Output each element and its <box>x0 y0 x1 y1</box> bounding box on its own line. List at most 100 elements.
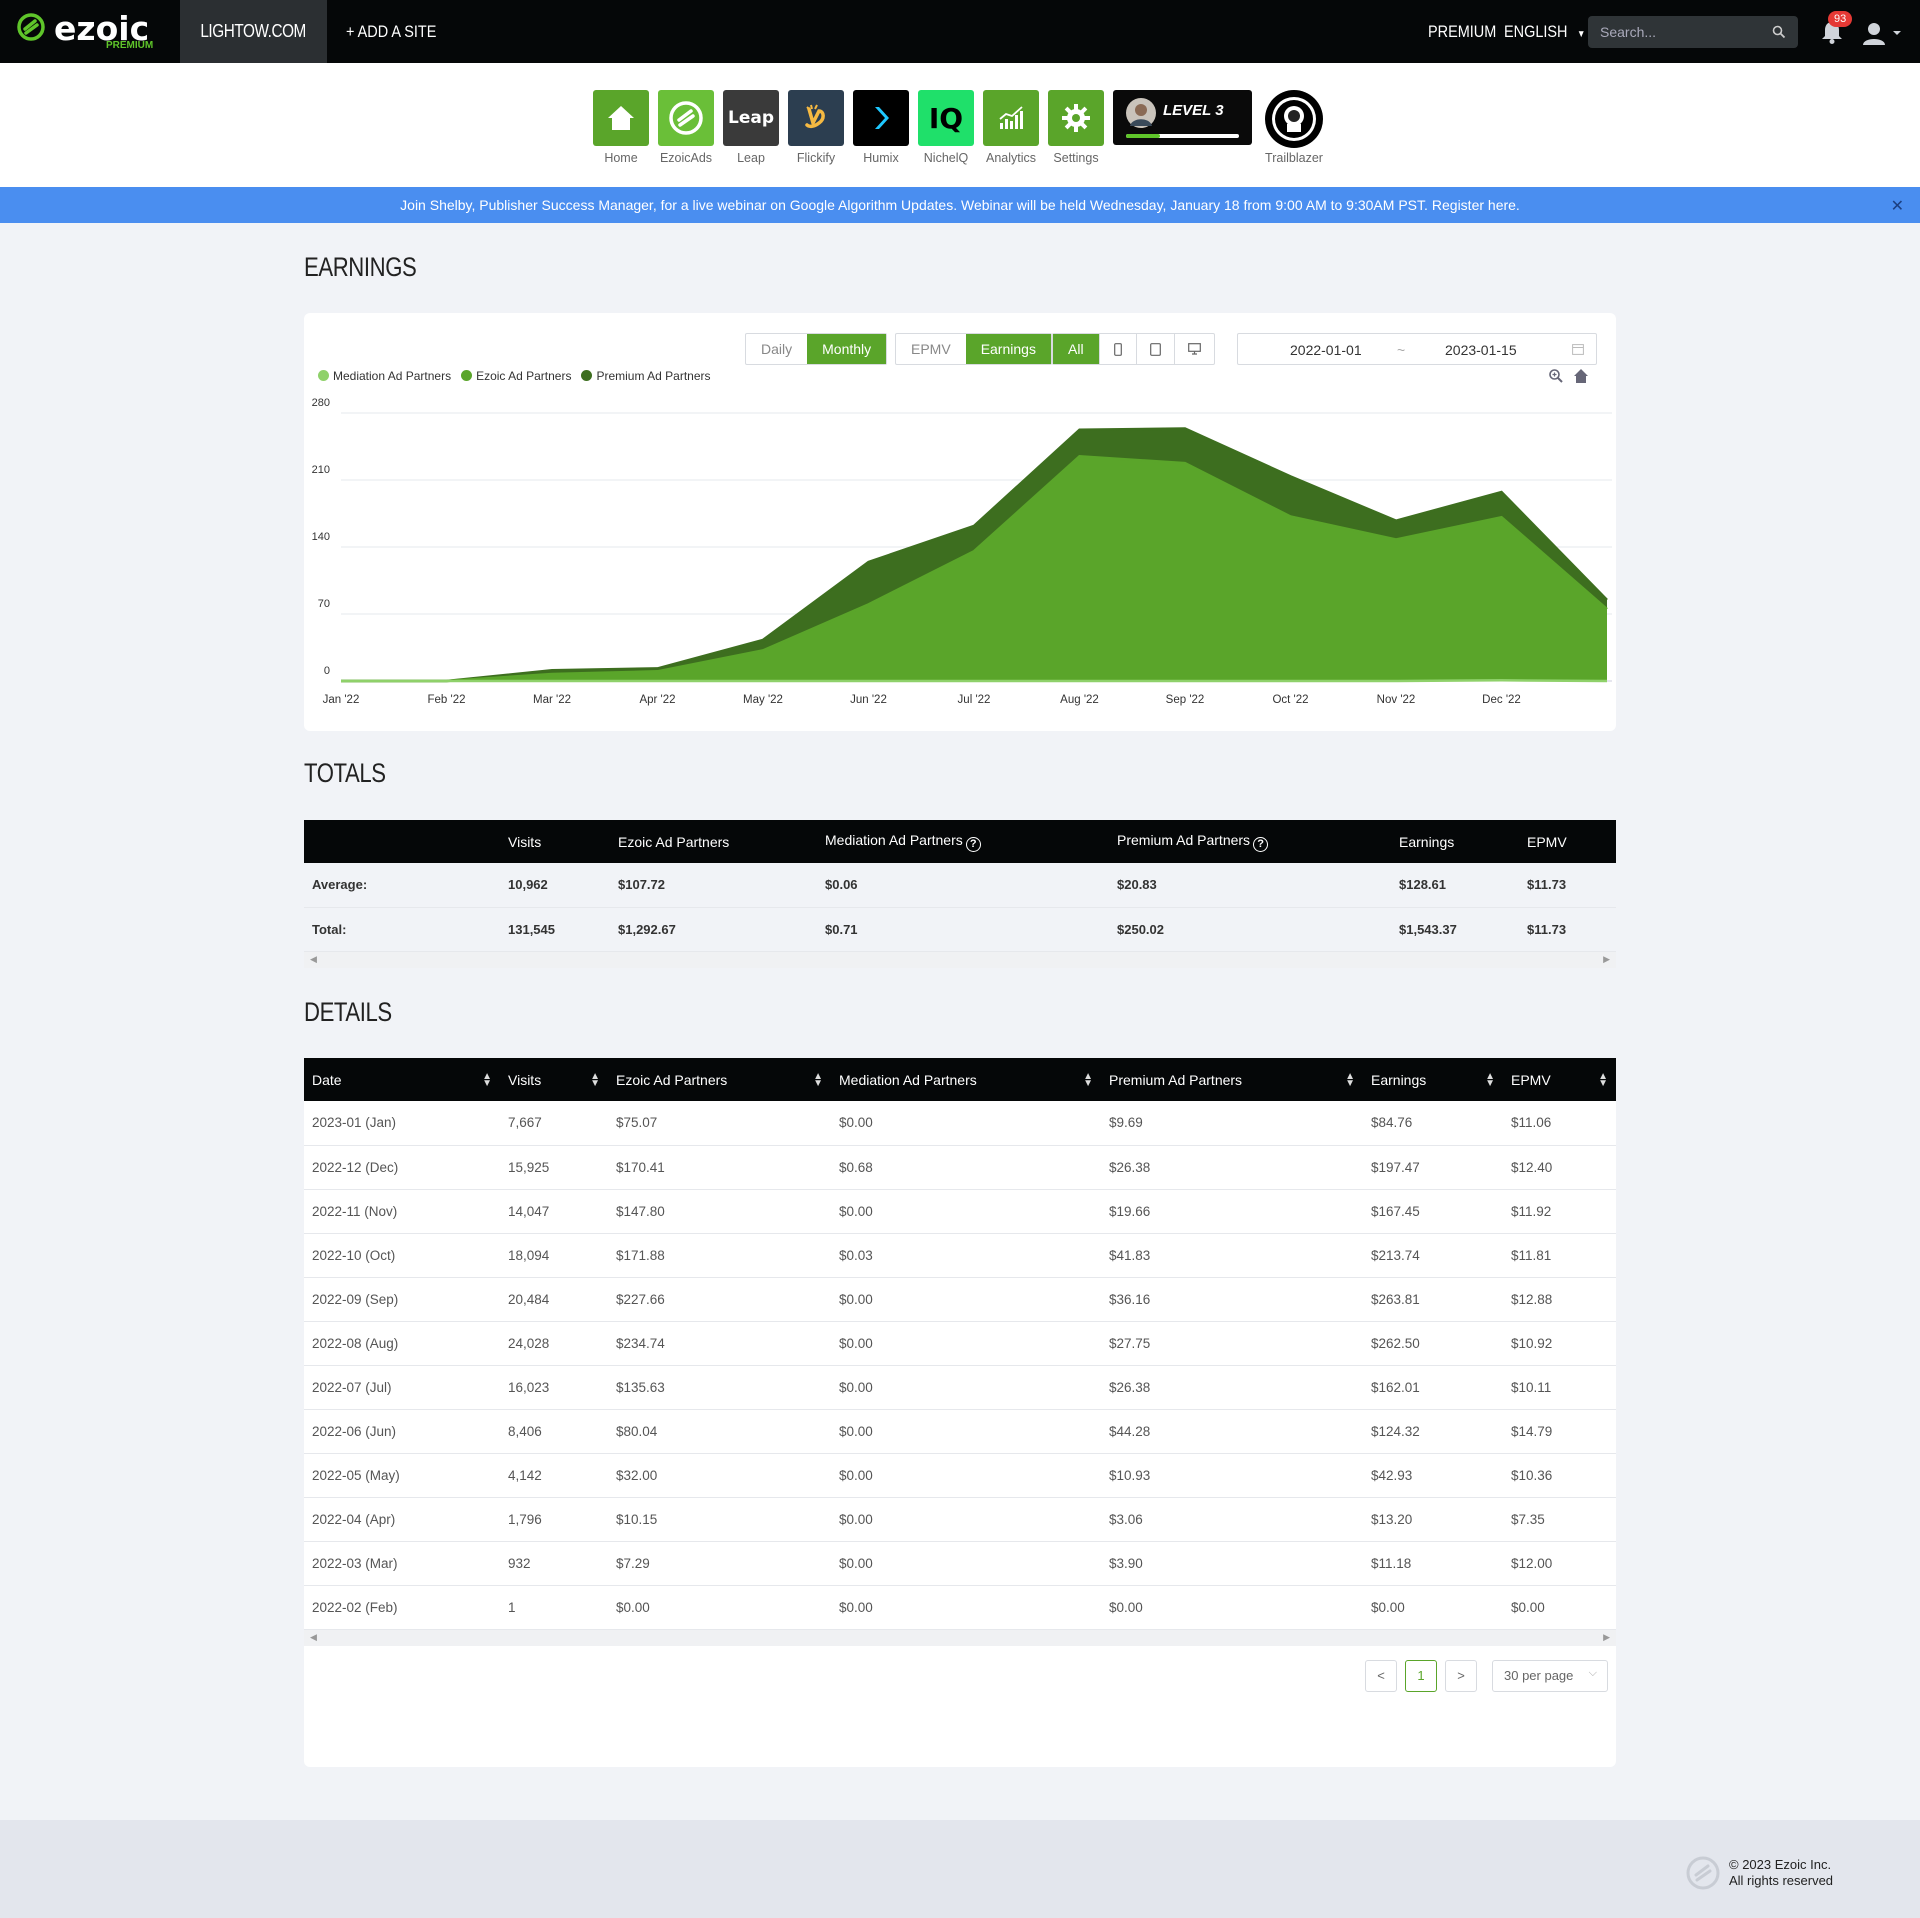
ezoic-logo[interactable]: ezoic PREMIUM <box>16 9 166 52</box>
site-tab-lightow[interactable]: LIGHTOW.COM <box>180 0 327 63</box>
details-header-cell[interactable]: Ezoic Ad Partners ▲ ▼ <box>608 1058 831 1101</box>
page-1-button[interactable]: 1 <box>1405 1659 1437 1692</box>
scroll-left-icon[interactable]: ◀ <box>310 954 317 965</box>
sort-icon[interactable]: ▲ ▼ <box>813 1071 823 1088</box>
date-to[interactable]: 2023-01-15 <box>1445 342 1517 358</box>
trailblazer-icon[interactable] <box>1265 90 1323 148</box>
level-label: LEVEL 3 <box>1163 102 1224 119</box>
legend-item-ezoic[interactable]: Ezoic Ad Partners <box>461 369 571 383</box>
table-row: 2022-12 (Dec) 15,925 $170.41 $0.68 $26.38 $19… <box>304 1145 1616 1190</box>
sort-icon[interactable]: ▲ ▼ <box>482 1071 492 1088</box>
scroll-left-icon[interactable]: ◀ <box>310 1632 317 1643</box>
daily-button[interactable]: Daily <box>746 334 807 364</box>
totals-cell: $20.83 <box>1109 863 1391 908</box>
reset-zoom-home-icon[interactable] <box>1573 368 1589 384</box>
table-row: 2022-02 (Feb) 1 $0.00 $0.00 $0.00 $0.00 $0.00 <box>304 1585 1616 1630</box>
nicheiq-icon-text: IQ <box>928 101 964 135</box>
date-range-picker[interactable]: 2022-01-01 ~ 2023-01-15 <box>1237 333 1597 365</box>
sort-icon[interactable]: ▲ ▼ <box>1485 1071 1495 1088</box>
metric-toggle: EPMV Earnings <box>895 333 1052 365</box>
table-cell: $0.00 <box>831 1497 1101 1542</box>
horizontal-scrollbar[interactable]: ◀ ▶ <box>304 1629 1616 1646</box>
table-cell: $11.81 <box>1503 1233 1616 1278</box>
table-cell: $0.03 <box>831 1233 1101 1278</box>
site-tab-label: LIGHTOW.COM <box>200 21 307 41</box>
search-input[interactable] <box>1588 16 1758 48</box>
x-tick-label: Oct '22 <box>1272 694 1308 706</box>
totals-header-premium-label: Premium Ad Partners <box>1117 831 1251 848</box>
details-header-cell[interactable]: Date ▲ ▼ <box>304 1058 500 1101</box>
details-heading-text: DETAILS <box>304 997 392 1027</box>
details-header-cell[interactable]: EPMV ▲ ▼ <box>1503 1058 1616 1101</box>
table-row: 2022-04 (Apr) 1,796 $10.15 $0.00 $3.06 $13.20… <box>304 1497 1616 1542</box>
register-link[interactable]: Register here. <box>1432 197 1520 213</box>
table-cell: $0.00 <box>1101 1585 1363 1630</box>
tablet-device-icon[interactable] <box>1135 334 1174 364</box>
details-header-label: Date <box>312 1071 342 1088</box>
horizontal-scrollbar[interactable]: ◀ ▶ <box>304 951 1616 968</box>
sort-icon[interactable]: ▲ ▼ <box>1083 1071 1093 1088</box>
totals-cell: Total: <box>304 907 500 952</box>
details-header-cell[interactable]: Earnings ▲ ▼ <box>1363 1058 1503 1101</box>
details-header-cell[interactable]: Mediation Ad Partners ▲ ▼ <box>831 1058 1101 1101</box>
desktop-device-icon[interactable] <box>1173 334 1214 364</box>
table-cell: $213.74 <box>1363 1233 1503 1278</box>
details-header-cell[interactable]: Visits ▲ ▼ <box>500 1058 608 1101</box>
table-cell: $262.50 <box>1363 1321 1503 1366</box>
table-cell: $27.75 <box>1101 1321 1363 1366</box>
user-avatar-icon[interactable] <box>1862 20 1902 46</box>
scroll-right-icon[interactable]: ▶ <box>1603 1632 1610 1643</box>
level-badge[interactable]: LEVEL 3 <box>1113 90 1252 145</box>
table-cell: $11.92 <box>1503 1189 1616 1234</box>
premium-link[interactable]: PREMIUM <box>1428 22 1508 42</box>
table-cell: $10.36 <box>1503 1453 1616 1498</box>
date-from[interactable]: 2022-01-01 <box>1290 342 1362 358</box>
sort-icon[interactable]: ▲ ▼ <box>1598 1071 1608 1088</box>
mobile-device-icon[interactable] <box>1098 334 1136 364</box>
app-settings[interactable]: Settings <box>1048 90 1104 165</box>
table-cell: 2022-04 (Apr) <box>304 1497 500 1542</box>
legend-item-mediation[interactable]: Mediation Ad Partners <box>318 369 451 383</box>
zoom-icon[interactable] <box>1548 368 1564 384</box>
legend-item-premium[interactable]: Premium Ad Partners <box>581 369 711 383</box>
y-tick-label: 70 <box>318 598 330 610</box>
level-progress-track <box>1126 134 1239 138</box>
per-page-label: 30 per page <box>1504 1668 1574 1683</box>
all-devices-button[interactable]: All <box>1053 334 1099 364</box>
next-page-button[interactable]: > <box>1445 1659 1477 1692</box>
table-cell: $11.18 <box>1363 1541 1503 1586</box>
help-icon[interactable]: ? <box>965 836 981 852</box>
details-header-cell[interactable]: Premium Ad Partners ▲ ▼ <box>1101 1058 1363 1101</box>
ezoic-footer-logo-icon <box>1686 1856 1720 1890</box>
add-site-link[interactable]: + ADD A SITE <box>346 22 452 42</box>
prev-page-button[interactable]: < <box>1365 1659 1397 1692</box>
footer-copyright: © 2023 Ezoic Inc. All rights reserved <box>1729 1857 1833 1889</box>
monthly-button[interactable]: Monthly <box>807 334 887 364</box>
sort-icon[interactable]: ▲ ▼ <box>1345 1071 1355 1088</box>
totals-cell: $0.06 <box>817 863 1109 908</box>
search-icon[interactable] <box>1772 25 1786 39</box>
period-toggle: Daily Monthly <box>745 333 888 365</box>
sort-icon[interactable]: ▲ ▼ <box>590 1071 600 1088</box>
earnings-button[interactable]: Earnings <box>965 334 1051 364</box>
close-icon[interactable]: ✕ <box>1891 196 1904 216</box>
table-cell: 16,023 <box>500 1365 608 1410</box>
pagination-bar: < 1 > 30 per page ⌵ <box>304 1646 1616 1726</box>
y-tick-label: 280 <box>312 397 330 409</box>
language-dropdown[interactable]: ENGLISH ▼ <box>1504 22 1587 42</box>
table-cell: 14,047 <box>500 1189 608 1234</box>
table-cell: $7.35 <box>1503 1497 1616 1542</box>
per-page-select[interactable]: 30 per page ⌵ <box>1492 1659 1608 1692</box>
epmv-button[interactable]: EPMV <box>896 334 966 364</box>
rights-text: All rights reserved <box>1729 1873 1834 1888</box>
totals-header-earnings: Earnings <box>1391 820 1519 863</box>
x-tick-label: Apr '22 <box>639 694 675 706</box>
flickify-icon <box>788 90 844 146</box>
legend-label: Mediation Ad Partners <box>333 369 452 383</box>
table-cell: 2022-03 (Mar) <box>304 1541 500 1586</box>
help-icon[interactable]: ? <box>1253 836 1269 852</box>
scroll-right-icon[interactable]: ▶ <box>1603 954 1610 965</box>
notification-count-badge: 93 <box>1828 11 1853 27</box>
table-cell: 18,094 <box>500 1233 608 1278</box>
table-cell: $0.00 <box>831 1277 1101 1322</box>
